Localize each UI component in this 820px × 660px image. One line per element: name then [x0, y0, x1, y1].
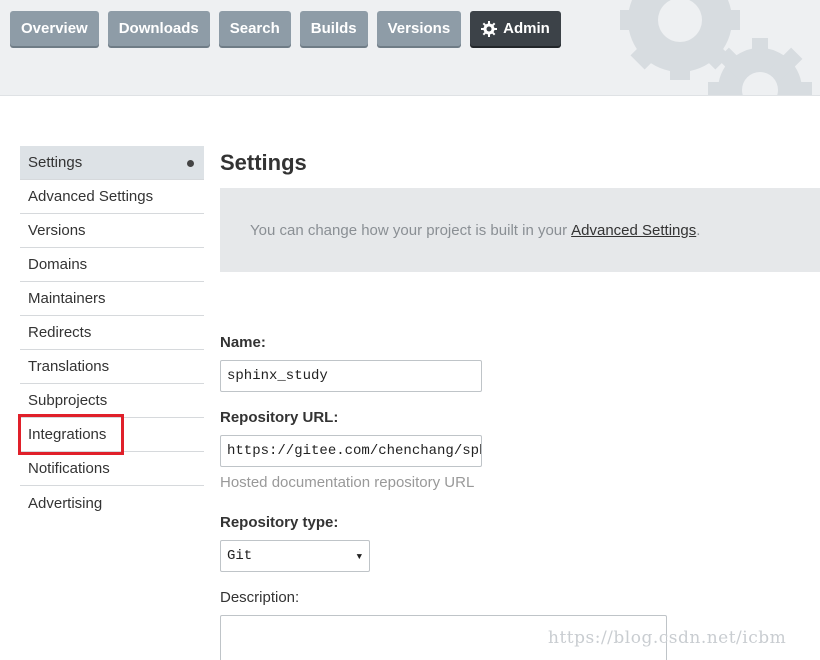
name-input[interactable]: sphinx_study [220, 360, 482, 392]
settings-sidebar: Settings Advanced Settings Versions Doma… [20, 146, 204, 520]
main-content: Settings You can change how your project… [220, 146, 820, 272]
sidebar-item-label: Advanced Settings [28, 188, 154, 205]
sidebar-item-label: Subprojects [28, 392, 108, 409]
sidebar-item-label: Settings [28, 154, 83, 171]
gear-decoration-icon [620, 0, 812, 95]
repository-type-label: Repository type: [220, 514, 339, 531]
top-nav: Overview Downloads Search Builds Version… [10, 11, 561, 46]
top-header: Overview Downloads Search Builds Version… [0, 0, 820, 96]
sidebar-item-settings[interactable]: Settings [20, 146, 204, 180]
info-notice: You can change how your project is built… [220, 188, 820, 272]
nav-versions-button[interactable]: Versions [376, 11, 462, 46]
sidebar-item-maintainers[interactable]: Maintainers [20, 282, 204, 316]
notice-text: You can change how your project is built… [250, 221, 568, 239]
notice-suffix: . [696, 221, 701, 239]
description-label: Description: [220, 589, 300, 606]
name-label: Name: [220, 334, 266, 351]
sidebar-item-advertising[interactable]: Advertising [20, 486, 204, 520]
page-title: Settings [220, 150, 307, 175]
sidebar-item-label: Translations [28, 358, 110, 375]
sidebar-item-versions[interactable]: Versions [20, 214, 204, 248]
dropdown-arrow-icon: ▼ [356, 552, 362, 562]
sidebar-item-domains[interactable]: Domains [20, 248, 204, 282]
nav-downloads-button[interactable]: Downloads [107, 11, 210, 46]
advanced-settings-link[interactable]: Advanced Settings [571, 222, 696, 239]
nav-admin-label: Admin [503, 20, 550, 37]
sidebar-item-label: Versions [28, 222, 86, 239]
gear-icon [481, 20, 498, 37]
sidebar-item-subprojects[interactable]: Subprojects [20, 384, 204, 418]
nav-overview-button[interactable]: Overview [10, 11, 99, 46]
sidebar-item-label: Advertising [28, 494, 103, 512]
sidebar-item-label: Maintainers [28, 290, 106, 307]
repository-url-help: Hosted documentation repository URL [220, 474, 475, 491]
sidebar-item-label: Redirects [28, 324, 92, 341]
nav-builds-button[interactable]: Builds [299, 11, 368, 46]
sidebar-item-redirects[interactable]: Redirects [20, 316, 204, 350]
nav-admin-button[interactable]: Admin [470, 11, 561, 46]
nav-search-button[interactable]: Search [218, 11, 291, 46]
repository-type-select[interactable]: Git ▼ [220, 540, 370, 572]
sidebar-item-notifications[interactable]: Notifications [20, 452, 204, 486]
repository-url-input[interactable]: https://gitee.com/chenchang/sphinx_study [220, 435, 482, 467]
repository-type-value: Git [227, 548, 253, 564]
active-dot-icon [187, 160, 194, 167]
sidebar-item-translations[interactable]: Translations [20, 350, 204, 384]
repository-url-label: Repository URL: [220, 409, 339, 426]
sidebar-item-label: Notifications [28, 460, 110, 477]
watermark-text: https://blog.csdn.net/icbm [548, 628, 787, 648]
sidebar-item-advanced-settings[interactable]: Advanced Settings [20, 180, 204, 214]
integrations-highlight-box [18, 414, 124, 455]
sidebar-item-label: Domains [28, 256, 88, 273]
